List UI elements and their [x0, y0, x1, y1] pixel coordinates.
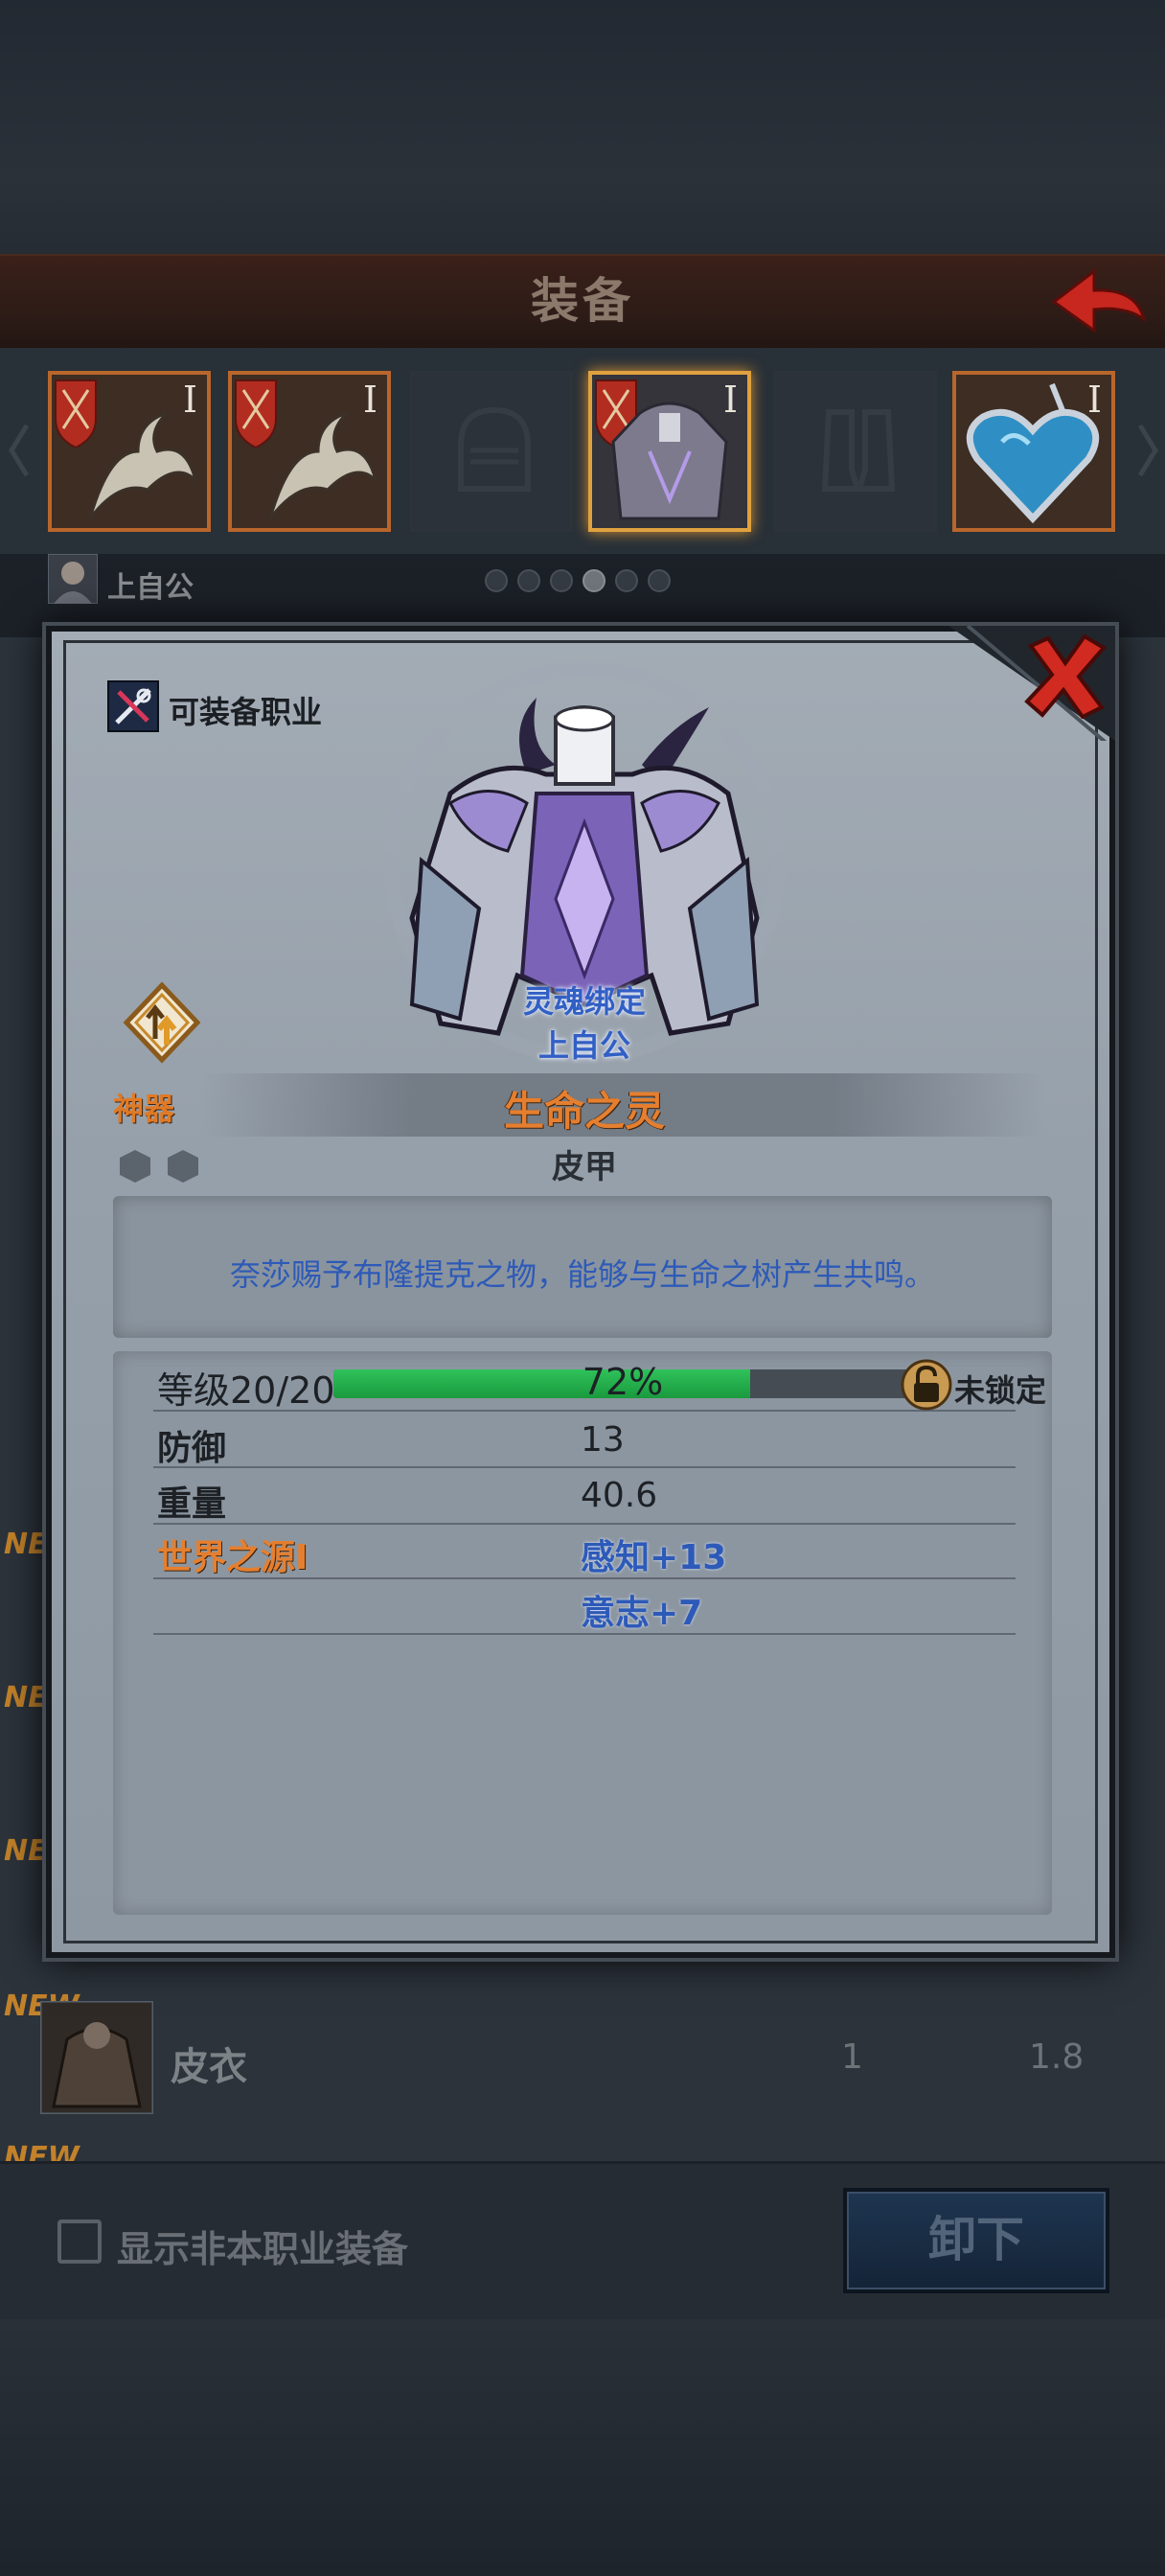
- slot-tier-label: I: [1086, 379, 1102, 421]
- page-title: 装备: [531, 273, 634, 329]
- lock-icon[interactable]: [901, 1359, 952, 1411]
- slot-helmet-empty[interactable]: [410, 371, 573, 532]
- slot-armor-selected[interactable]: I: [588, 371, 751, 532]
- page-dot: [648, 569, 671, 592]
- empty-socket-icon: [168, 1150, 198, 1183]
- close-button[interactable]: [1023, 634, 1108, 719]
- item-description: 奈莎赐予布隆提克之物，能够与生命之树产生共鸣。: [229, 1256, 935, 1293]
- character-name: 上自公: [107, 571, 194, 605]
- stat-name: 防御: [157, 1429, 227, 1468]
- page-dot: [550, 569, 573, 592]
- slot-weapon-1[interactable]: I: [48, 371, 211, 532]
- stat-divider: [153, 1577, 1016, 1579]
- show-other-class-checkbox[interactable]: [57, 2220, 102, 2264]
- soulbound-label: 灵魂绑定: [522, 983, 646, 1020]
- boots-icon: [821, 409, 896, 492]
- stat-value: 感知+13: [581, 1538, 727, 1577]
- list-item-value: 1: [841, 2037, 863, 2077]
- empty-socket-icon: [120, 1150, 150, 1183]
- stat-divider: [153, 1523, 1016, 1525]
- helmet-icon: [458, 406, 531, 492]
- item-name: 生命之灵: [503, 1088, 665, 1135]
- character-avatar[interactable]: [48, 554, 98, 604]
- stat-value: 13: [581, 1420, 625, 1460]
- page-dot: [485, 569, 508, 592]
- slot-weapon-2[interactable]: I: [228, 371, 391, 532]
- artifact-label: 神器: [113, 1091, 175, 1127]
- slot-right-arrow-icon[interactable]: [1136, 422, 1159, 479]
- stat-value: 40.6: [581, 1476, 658, 1515]
- lock-status-label: 未锁定: [954, 1372, 1047, 1409]
- page-dot-active: [582, 569, 605, 592]
- page-dot: [615, 569, 638, 592]
- stat-name: 重量: [157, 1484, 227, 1524]
- equippable-class-label[interactable]: 可装备职业: [169, 688, 322, 732]
- level-label: 等级20/20: [157, 1369, 335, 1412]
- page-dot: [517, 569, 540, 592]
- stat-name: 世界之源Ⅰ: [157, 1538, 308, 1577]
- slot-boots-empty[interactable]: [774, 371, 937, 532]
- leather-armor-thumbnail[interactable]: [40, 2001, 153, 2114]
- bound-owner-name: 上自公: [537, 1027, 630, 1064]
- stat-divider: [153, 1633, 1016, 1635]
- slot-tier-label: I: [362, 379, 377, 421]
- unequip-button[interactable]: 卸下: [843, 2188, 1109, 2293]
- list-item-name[interactable]: 皮衣: [171, 2036, 247, 2091]
- checkbox-label: 显示非本职业装备: [117, 2228, 409, 2270]
- class-icon: [107, 680, 159, 732]
- background-top: [0, 0, 1165, 254]
- slot-tier-label: I: [722, 379, 738, 421]
- slot-left-arrow-icon[interactable]: [8, 422, 31, 479]
- artifact-icon[interactable]: [121, 981, 203, 1064]
- background-bottom: [0, 2319, 1165, 2576]
- stat-divider: [153, 1466, 1016, 1468]
- level-progress-text: 72%: [582, 1361, 664, 1403]
- back-arrow-button[interactable]: [1044, 264, 1152, 340]
- slot-amulet[interactable]: I: [952, 371, 1115, 532]
- slot-tier-label: I: [182, 379, 197, 421]
- stat-value: 意志+7: [581, 1594, 703, 1633]
- item-type: 皮甲: [552, 1148, 617, 1186]
- stat-divider: [153, 1410, 1016, 1412]
- list-item-weight: 1.8: [1029, 2037, 1085, 2077]
